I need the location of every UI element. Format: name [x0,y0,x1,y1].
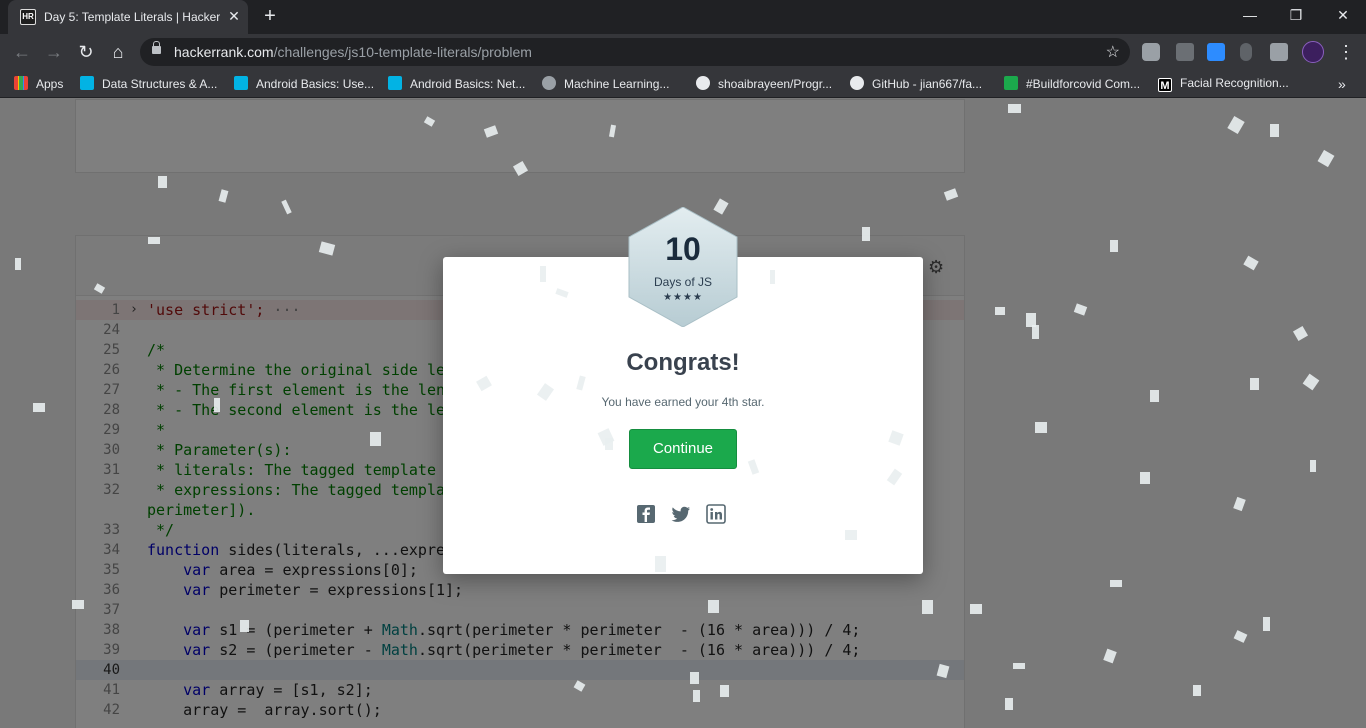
confetti-piece [862,227,870,241]
confetti-piece [1110,580,1122,587]
menu-kebab-icon[interactable]: ⋮ [1334,40,1358,64]
days-of-js-badge: 10 Days of JS ★★★★ [627,207,739,327]
confetti-piece [708,600,719,613]
bookmark-udacity-ds[interactable]: Data Structures & A... [80,76,217,92]
confetti-piece [1193,685,1201,696]
bookmark-facial-recognition[interactable]: M Facial Recognition... [1158,76,1289,92]
confetti-piece [33,403,45,412]
confetti-piece [1005,698,1013,710]
linkedin-icon[interactable] [706,504,726,524]
tab-close-icon[interactable]: ✕ [226,8,242,24]
bookmark-star-icon[interactable]: ☆ [1106,42,1120,62]
udacity-icon [80,76,94,90]
udacity-icon [388,76,402,90]
eyedropper-extension-icon[interactable] [1176,43,1194,61]
confetti-piece [970,604,982,614]
confetti-piece [1150,390,1159,402]
confetti-piece [922,600,933,614]
address-bar[interactable]: hackerrank.com/challenges/js10-template-… [140,38,1130,66]
badge-number: 10 [665,231,701,267]
github-icon [696,76,710,90]
profile-avatar[interactable] [1302,41,1324,63]
badge-label: Days of JS [653,275,713,289]
back-icon[interactable]: ← [10,40,34,64]
bookmark-github-jian[interactable]: GitHub - jian667/fa... [850,76,982,92]
modal-message: You have earned your 4th star. [601,395,765,409]
confetti-piece [1270,124,1279,137]
confetti-piece [1310,460,1316,472]
green-plus-icon [1004,76,1018,90]
tab-title: Day 5: Template Literals | HackerRank [44,10,220,24]
modal-title: Congrats! [626,349,740,376]
reload-icon[interactable]: ↻ [74,40,98,64]
puzzle-extensions-icon[interactable] [1270,43,1288,61]
hedgehog-icon [542,76,556,90]
confetti-piece [693,690,700,702]
confetti-piece [370,432,381,446]
bookmark-buildforcovid[interactable]: #Buildforcovid Com... [1004,76,1140,92]
bookmark-github-shoaib[interactable]: shoaibrayeen/Progr... [696,76,832,92]
confetti-piece [15,258,21,270]
mic-extension-icon[interactable] [1240,43,1252,61]
udacity-icon [234,76,248,90]
confetti-piece [158,176,167,188]
confetti-piece [995,307,1005,315]
confetti-piece [1250,378,1259,390]
shield-extension-icon[interactable] [1142,43,1160,61]
browser-toolbar: ← → ↻ ⌂ hackerrank.com/challenges/js10-t… [0,34,1366,70]
url-path: /challenges/js10-template-literals/probl… [273,44,532,60]
bookmarks-bar: Apps Data Structures & A... Android Basi… [0,70,1366,98]
confetti-piece [605,438,613,450]
medium-icon: M [1158,78,1172,92]
twitter-icon[interactable] [671,504,691,524]
confetti-piece [148,237,160,244]
confetti-piece [770,270,775,284]
confetti-piece [1140,472,1150,484]
confetti-piece [1032,325,1039,339]
confetti-piece [845,530,857,540]
confetti-piece [720,685,729,697]
bookmark-apps[interactable]: Apps [14,76,63,92]
confetti-piece [1013,663,1025,669]
apps-grid-icon [14,76,28,90]
new-tab-button[interactable]: + [258,5,282,29]
bookmark-udacity-android-2[interactable]: Android Basics: Net... [388,76,525,92]
confetti-piece [240,620,249,632]
badge-stars: ★★★★ [663,292,703,303]
home-icon[interactable]: ⌂ [106,40,130,64]
confetti-piece [214,398,220,412]
confetti-piece [690,672,699,684]
minimize-icon[interactable]: — [1227,4,1273,28]
confetti-piece [1263,617,1270,631]
restore-icon[interactable]: ❐ [1273,4,1319,28]
close-window-icon[interactable]: ✕ [1320,4,1366,28]
browser-tab[interactable]: HR Day 5: Template Literals | HackerRank… [8,0,248,34]
lock-icon [152,41,161,54]
bookmark-machine-learning[interactable]: Machine Learning... [542,76,669,92]
forward-icon[interactable]: → [42,40,66,64]
confetti-piece [1035,422,1047,433]
confetti-piece [655,556,666,572]
github-icon [850,76,864,90]
bookmark-udacity-android-1[interactable]: Android Basics: Use... [234,76,374,92]
zoom-extension-icon[interactable] [1207,43,1225,61]
confetti-piece [1008,104,1021,113]
confetti-piece [1110,240,1118,252]
bookmarks-overflow-icon[interactable]: » [1338,76,1346,92]
confetti-piece [540,266,546,282]
tab-strip: HR Day 5: Template Literals | HackerRank… [0,0,1366,34]
continue-button[interactable]: Continue [629,429,737,469]
hackerrank-favicon-icon: HR [20,9,36,25]
url-domain: hackerrank.com [174,44,274,60]
confetti-piece [72,600,84,609]
facebook-icon[interactable] [636,504,656,524]
